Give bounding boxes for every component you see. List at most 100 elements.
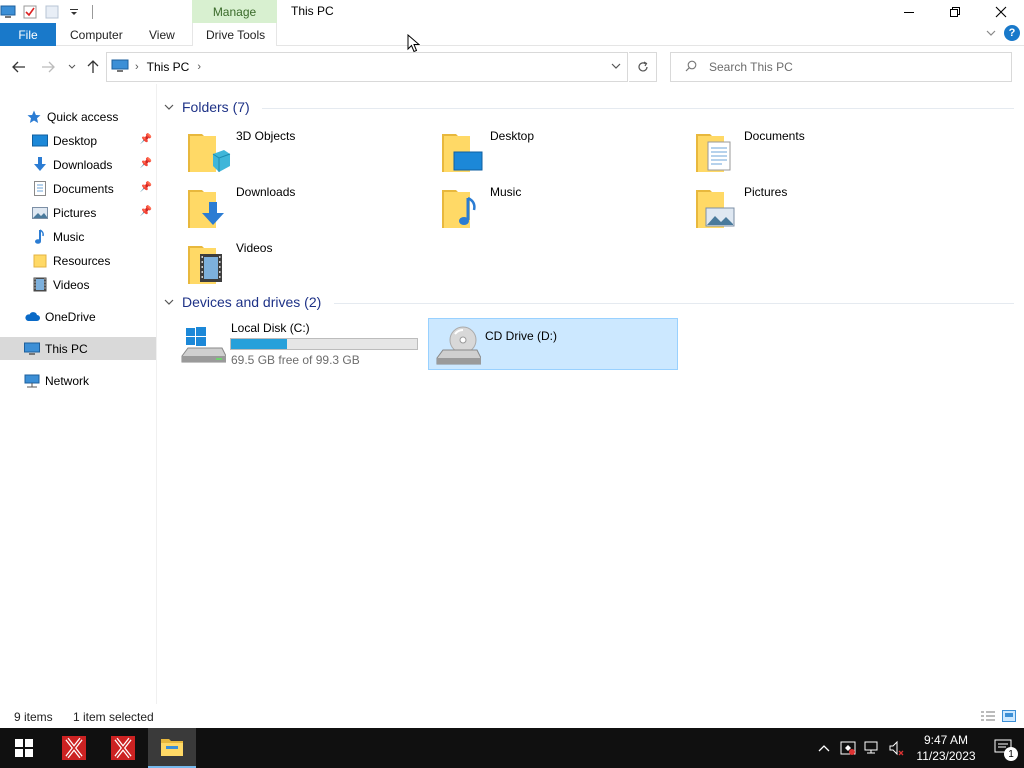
- back-button[interactable]: [10, 58, 28, 76]
- large-icons-view-icon[interactable]: [1002, 710, 1016, 725]
- folder-name: Videos: [236, 241, 273, 255]
- drive-usage-fill: [231, 339, 287, 349]
- folders-group-header[interactable]: Folders (7): [164, 99, 250, 115]
- drive-tile-cd-drive-d[interactable]: CD Drive (D:): [428, 318, 678, 370]
- folder-icon: [32, 253, 48, 269]
- nav-network[interactable]: Network: [0, 369, 156, 392]
- drive-tile-local-disk-c[interactable]: Local Disk (C:) 69.5 GB free of 99.3 GB: [174, 318, 424, 370]
- nav-item-pictures[interactable]: Pictures 📌: [0, 201, 156, 224]
- search-box[interactable]: [670, 52, 1012, 82]
- tab-drive-tools[interactable]: Drive Tools: [206, 23, 265, 46]
- back-arrow-icon: [12, 61, 25, 73]
- tab-file[interactable]: File: [0, 23, 56, 46]
- nav-this-pc[interactable]: This PC: [0, 337, 156, 360]
- volume-muted-icon[interactable]: [884, 728, 908, 768]
- breadcrumb-chevron-icon[interactable]: ›: [135, 61, 139, 73]
- recent-locations-button[interactable]: [63, 58, 81, 76]
- refresh-button[interactable]: [629, 52, 657, 82]
- tab-view[interactable]: View: [149, 23, 175, 46]
- tab-computer[interactable]: Computer: [70, 23, 123, 46]
- nav-item-resources[interactable]: Resources: [0, 249, 156, 272]
- this-pc-app-icon[interactable]: [0, 4, 16, 20]
- group-divider: [262, 108, 1014, 109]
- folder-tile-downloads[interactable]: Downloads: [168, 180, 418, 232]
- refresh-icon: [637, 61, 648, 72]
- nav-item-label: Videos: [53, 277, 90, 292]
- minimize-button[interactable]: [886, 0, 932, 23]
- chevron-down-icon[interactable]: [164, 102, 178, 113]
- action-center-button[interactable]: 1: [984, 728, 1024, 768]
- this-pc-icon: [24, 341, 40, 357]
- folder-tile-pictures[interactable]: Pictures: [676, 180, 926, 232]
- restore-button[interactable]: [932, 0, 978, 23]
- up-button[interactable]: [84, 58, 102, 76]
- nav-item-documents[interactable]: Documents 📌: [0, 177, 156, 200]
- nav-item-desktop[interactable]: Desktop 📌: [0, 129, 156, 152]
- nav-item-label: Desktop: [53, 133, 98, 148]
- properties-icon[interactable]: [22, 4, 38, 20]
- taskbar-app-pdf-1[interactable]: [50, 728, 98, 768]
- folder-tile-music[interactable]: Music: [422, 180, 672, 232]
- drive-free-space: 69.5 GB free of 99.3 GB: [231, 353, 360, 367]
- title-bar: Manage This PC: [0, 0, 1024, 23]
- folder-tile-3d-objects[interactable]: 3D Objects: [168, 124, 418, 176]
- chevron-down-icon: [68, 64, 76, 69]
- new-folder-icon[interactable]: [44, 4, 60, 20]
- pdf-app-icon: [111, 736, 135, 760]
- nav-onedrive[interactable]: OneDrive: [0, 305, 156, 328]
- drive-name: CD Drive (D:): [485, 329, 557, 343]
- notification-count-badge: 1: [1004, 747, 1018, 761]
- details-view-icon[interactable]: [980, 710, 996, 725]
- taskbar-app-pdf-2[interactable]: [99, 728, 147, 768]
- nav-item-downloads[interactable]: Downloads 📌: [0, 153, 156, 176]
- group-divider: [334, 303, 1014, 304]
- mouse-cursor-icon: [407, 33, 421, 56]
- pin-icon[interactable]: 📌: [140, 206, 152, 217]
- nav-item-music[interactable]: Music: [0, 225, 156, 248]
- search-input[interactable]: [709, 60, 989, 74]
- security-shield-icon[interactable]: [836, 728, 860, 768]
- forward-button[interactable]: [39, 58, 57, 76]
- videos-icon: [32, 277, 48, 293]
- folder-tile-documents[interactable]: Documents: [676, 124, 926, 176]
- desktop-icon: [32, 133, 48, 149]
- window-title: This PC: [291, 4, 334, 18]
- nav-item-label: Downloads: [53, 157, 113, 172]
- taskbar: 9:47 AM 11/23/2023 1: [0, 728, 1024, 768]
- nav-quick-access[interactable]: Quick access: [0, 105, 156, 128]
- pin-icon[interactable]: 📌: [140, 134, 152, 145]
- pin-icon[interactable]: 📌: [140, 182, 152, 193]
- start-button[interactable]: [0, 728, 48, 768]
- folder-tile-desktop[interactable]: Desktop: [422, 124, 672, 176]
- pin-icon[interactable]: 📌: [140, 158, 152, 169]
- folder-name: Music: [490, 185, 522, 199]
- videos-folder-icon: [186, 240, 232, 286]
- breadcrumb-this-pc[interactable]: This PC: [147, 60, 190, 74]
- quick-access-toolbar: [0, 2, 93, 22]
- taskbar-app-file-explorer[interactable]: [148, 728, 196, 768]
- cd-drive-icon: [433, 324, 482, 368]
- expand-ribbon-icon[interactable]: [986, 26, 996, 40]
- help-icon[interactable]: ?: [1004, 25, 1020, 41]
- status-bar: 9 items 1 item selected: [0, 706, 1024, 728]
- clock-time: 9:47 AM: [923, 733, 969, 747]
- tab-manage[interactable]: Manage: [192, 0, 277, 23]
- nav-item-videos[interactable]: Videos: [0, 273, 156, 296]
- folder-tile-videos[interactable]: Videos: [168, 236, 418, 288]
- navigation-bar: › This PC ›: [0, 50, 1024, 84]
- breadcrumb-chevron-icon[interactable]: ›: [197, 61, 201, 73]
- customize-qat-icon[interactable]: [66, 4, 82, 20]
- tray-overflow-icon[interactable]: [812, 728, 836, 768]
- close-button[interactable]: [978, 0, 1024, 23]
- ribbon-tabs: File Computer View Drive Tools ?: [0, 23, 1024, 46]
- taskbar-clock[interactable]: 9:47 AM 11/23/2023: [908, 732, 984, 764]
- nav-item-label: Music: [53, 229, 85, 244]
- navigation-pane: Quick access Desktop 📌 Downloads 📌 Docum…: [0, 100, 156, 705]
- address-dropdown-icon[interactable]: [611, 61, 621, 72]
- selection-count: 1 item selected: [73, 710, 154, 724]
- windows-logo-icon: [15, 739, 33, 757]
- network-tray-icon[interactable]: [860, 728, 884, 768]
- chevron-down-icon[interactable]: [164, 297, 178, 308]
- address-bar[interactable]: › This PC ›: [106, 52, 628, 82]
- devices-group-header[interactable]: Devices and drives (2): [164, 294, 321, 310]
